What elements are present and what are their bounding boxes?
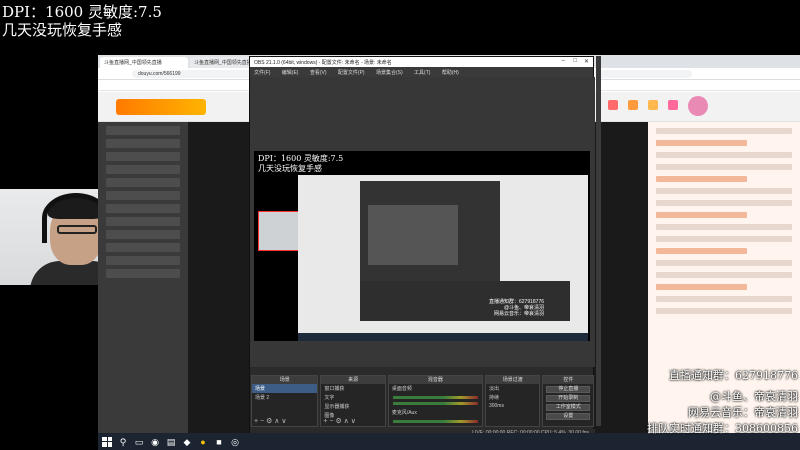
history-icon[interactable] <box>608 100 618 110</box>
site-sidebar <box>98 122 188 437</box>
app-icon[interactable]: ■ <box>214 437 224 447</box>
audio-meter <box>392 402 478 405</box>
maximize-icon[interactable]: □ <box>573 58 577 64</box>
obs-title-text: OBS 21.1.0 (64bit, windows) - 配置文件: 未命名 … <box>254 60 392 66</box>
close-icon[interactable]: ✕ <box>584 58 589 65</box>
menu-scene-collection[interactable]: 场景集合(S) <box>376 70 403 76</box>
source-item[interactable]: 显示器捕获 <box>321 402 384 411</box>
mixer-channel-label: 桌面音频 <box>391 386 412 392</box>
preview-overlay-text: 直播通知群：627918776 @斗鱼、帝哀清羽 网易云音乐：帝哀清羽 <box>489 299 545 317</box>
task-view-icon[interactable]: ▭ <box>134 437 144 447</box>
menu-file[interactable]: 文件(F) <box>254 70 270 76</box>
menu-edit[interactable]: 编辑(E) <box>282 70 299 76</box>
transitions-header: 场景过渡 <box>485 376 540 384</box>
controls-header: 控件 <box>543 376 593 384</box>
subtitle-overlay-text: 几天没玩恢复手感 <box>2 21 123 39</box>
controls-dock: 控件 停止直播 开始录制 工作室模式 设置 <box>542 375 594 427</box>
stop-streaming-button[interactable]: 停止直播 <box>546 386 590 393</box>
transition-select[interactable]: 淡出 <box>486 384 540 393</box>
preview-nested-capture <box>298 175 588 341</box>
settings-button[interactable]: 设置 <box>546 413 590 420</box>
scene-item[interactable]: 场景 2 <box>252 393 317 402</box>
audio-meter <box>392 396 478 399</box>
obs-title-bar: OBS 21.1.0 (64bit, windows) - 配置文件: 未命名 … <box>250 57 593 67</box>
netease-music-overlay: 网易云音乐：帝哀清羽 <box>688 406 798 419</box>
studio-mode-button[interactable]: 工作室模式 <box>546 404 590 411</box>
sources-header: 来源 <box>321 376 385 384</box>
transition-duration-label: 持续 <box>488 395 499 401</box>
app-icon[interactable]: ◆ <box>182 437 192 447</box>
obs-menu-bar: 文件(F) 编辑(E) 查看(V) 配置文件(P) 场景集合(S) 工具(T) … <box>250 67 593 77</box>
source-item[interactable]: 窗口捕获 <box>321 384 384 393</box>
sources-dock: 来源 窗口捕获 文字 显示器捕获 图像 + − ⚙ ∧ ∨ <box>320 375 386 427</box>
menu-help[interactable]: 帮助(H) <box>442 70 459 76</box>
source-toolbar[interactable]: + − ⚙ ∧ ∨ <box>323 417 355 425</box>
mixer-channel-label: 麦克风/Aux <box>391 410 417 416</box>
mixer-dock: 混音器 桌面音频 麦克风/Aux <box>387 375 483 427</box>
avatar[interactable] <box>688 96 708 116</box>
obs-icon[interactable]: ◎ <box>230 437 240 447</box>
group-notice-overlay: 直播通知群：627918776 <box>669 369 798 382</box>
scenes-dock: 场景 场景 场景 2 + − ⚙ ∧ ∨ <box>251 375 319 427</box>
obs-docks: 场景 场景 场景 2 + − ⚙ ∧ ∨ 来源 窗口捕获 文字 显示器捕获 图像… <box>250 375 595 427</box>
transition-duration-input[interactable]: 300ms <box>486 402 540 410</box>
browser-scrollbar[interactable] <box>596 56 601 426</box>
scene-toolbar[interactable]: + − ⚙ ∧ ∨ <box>254 417 286 425</box>
scenes-header: 场景 <box>252 376 318 384</box>
site-logo[interactable] <box>116 99 206 115</box>
file-explorer-icon[interactable]: ▤ <box>166 437 176 447</box>
obs-preview[interactable]: DPI：1600 灵敏度:7.5 几天没玩恢复手感 直播通知群：62791877… <box>250 77 595 367</box>
mixer-header: 混音器 <box>388 376 482 384</box>
preview-subtitle-text: 几天没玩恢复手感 <box>258 164 322 173</box>
message-icon[interactable] <box>648 100 658 110</box>
steam-icon[interactable]: ◉ <box>150 437 160 447</box>
douyu-credit-overlay: @斗鱼、帝哀清羽 <box>710 390 798 403</box>
start-recording-button[interactable]: 开始录制 <box>546 395 590 402</box>
preview-canvas[interactable]: DPI：1600 灵敏度:7.5 几天没玩恢复手感 直播通知群：62791877… <box>254 151 590 341</box>
source-item[interactable]: 文字 <box>321 393 384 402</box>
obs-window: OBS 21.1.0 (64bit, windows) - 配置文件: 未命名 … <box>249 56 595 438</box>
scene-item[interactable]: 场景 <box>252 384 318 393</box>
chrome-icon[interactable]: ● <box>198 437 208 447</box>
transitions-dock: 场景过渡 淡出 持续 300ms <box>484 375 541 427</box>
menu-tools[interactable]: 工具(T) <box>414 70 430 76</box>
windows-start-icon[interactable] <box>102 436 112 447</box>
broadcast-icon[interactable] <box>668 100 678 110</box>
menu-profile[interactable]: 配置文件(P) <box>338 70 365 76</box>
minimize-icon[interactable]: – <box>562 58 565 64</box>
browser-tab-active[interactable]: 斗鱼直播网_中国领先直播 <box>100 57 188 68</box>
search-icon[interactable]: ⚲ <box>118 437 128 447</box>
follow-icon[interactable] <box>628 100 638 110</box>
audio-meter <box>392 420 478 423</box>
queue-notice-overlay: 排队实时通知群：308600856 <box>647 422 798 435</box>
menu-view[interactable]: 查看(V) <box>310 70 327 76</box>
